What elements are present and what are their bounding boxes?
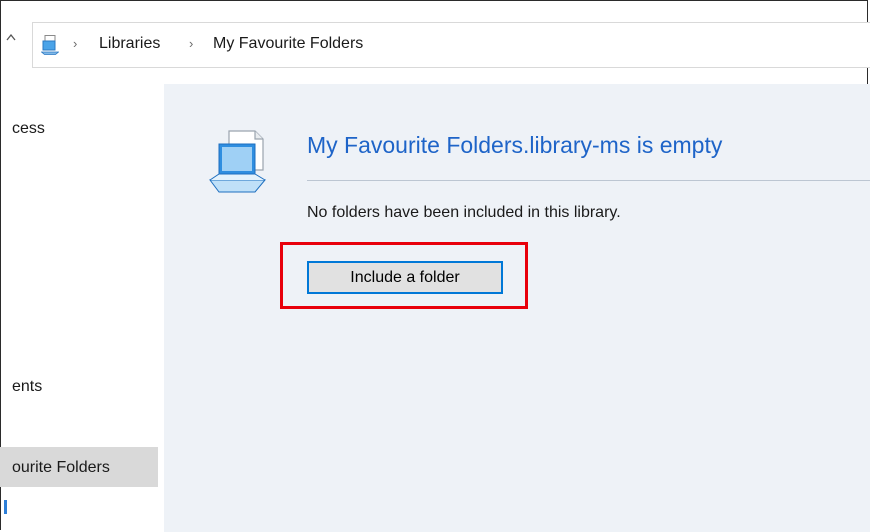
nav-item-quick-access[interactable]: cess [12, 120, 45, 138]
library-icon [41, 35, 59, 55]
content-pane: My Favourite Folders.library-ms is empty… [164, 84, 870, 532]
library-large-icon [209, 130, 267, 193]
empty-library-description: No folders have been included in this li… [307, 204, 621, 221]
nav-item-fragment [4, 500, 7, 514]
title-divider [307, 180, 870, 181]
breadcrumb-libraries[interactable]: Libraries [99, 35, 160, 53]
breadcrumb-separator-icon: › [189, 36, 194, 51]
include-folder-button[interactable]: Include a folder [307, 261, 503, 294]
breadcrumb-current-library[interactable]: My Favourite Folders [213, 35, 363, 53]
nav-item-my-favourite-folders[interactable]: ourite Folders [12, 459, 110, 477]
nav-item-documents[interactable]: ents [12, 378, 42, 396]
up-arrow-icon[interactable] [6, 34, 16, 46]
breadcrumb-separator-icon: › [73, 36, 78, 51]
empty-library-title: My Favourite Folders.library-ms is empty [307, 132, 723, 158]
address-bar[interactable]: › Libraries › My Favourite Folders [32, 22, 870, 68]
